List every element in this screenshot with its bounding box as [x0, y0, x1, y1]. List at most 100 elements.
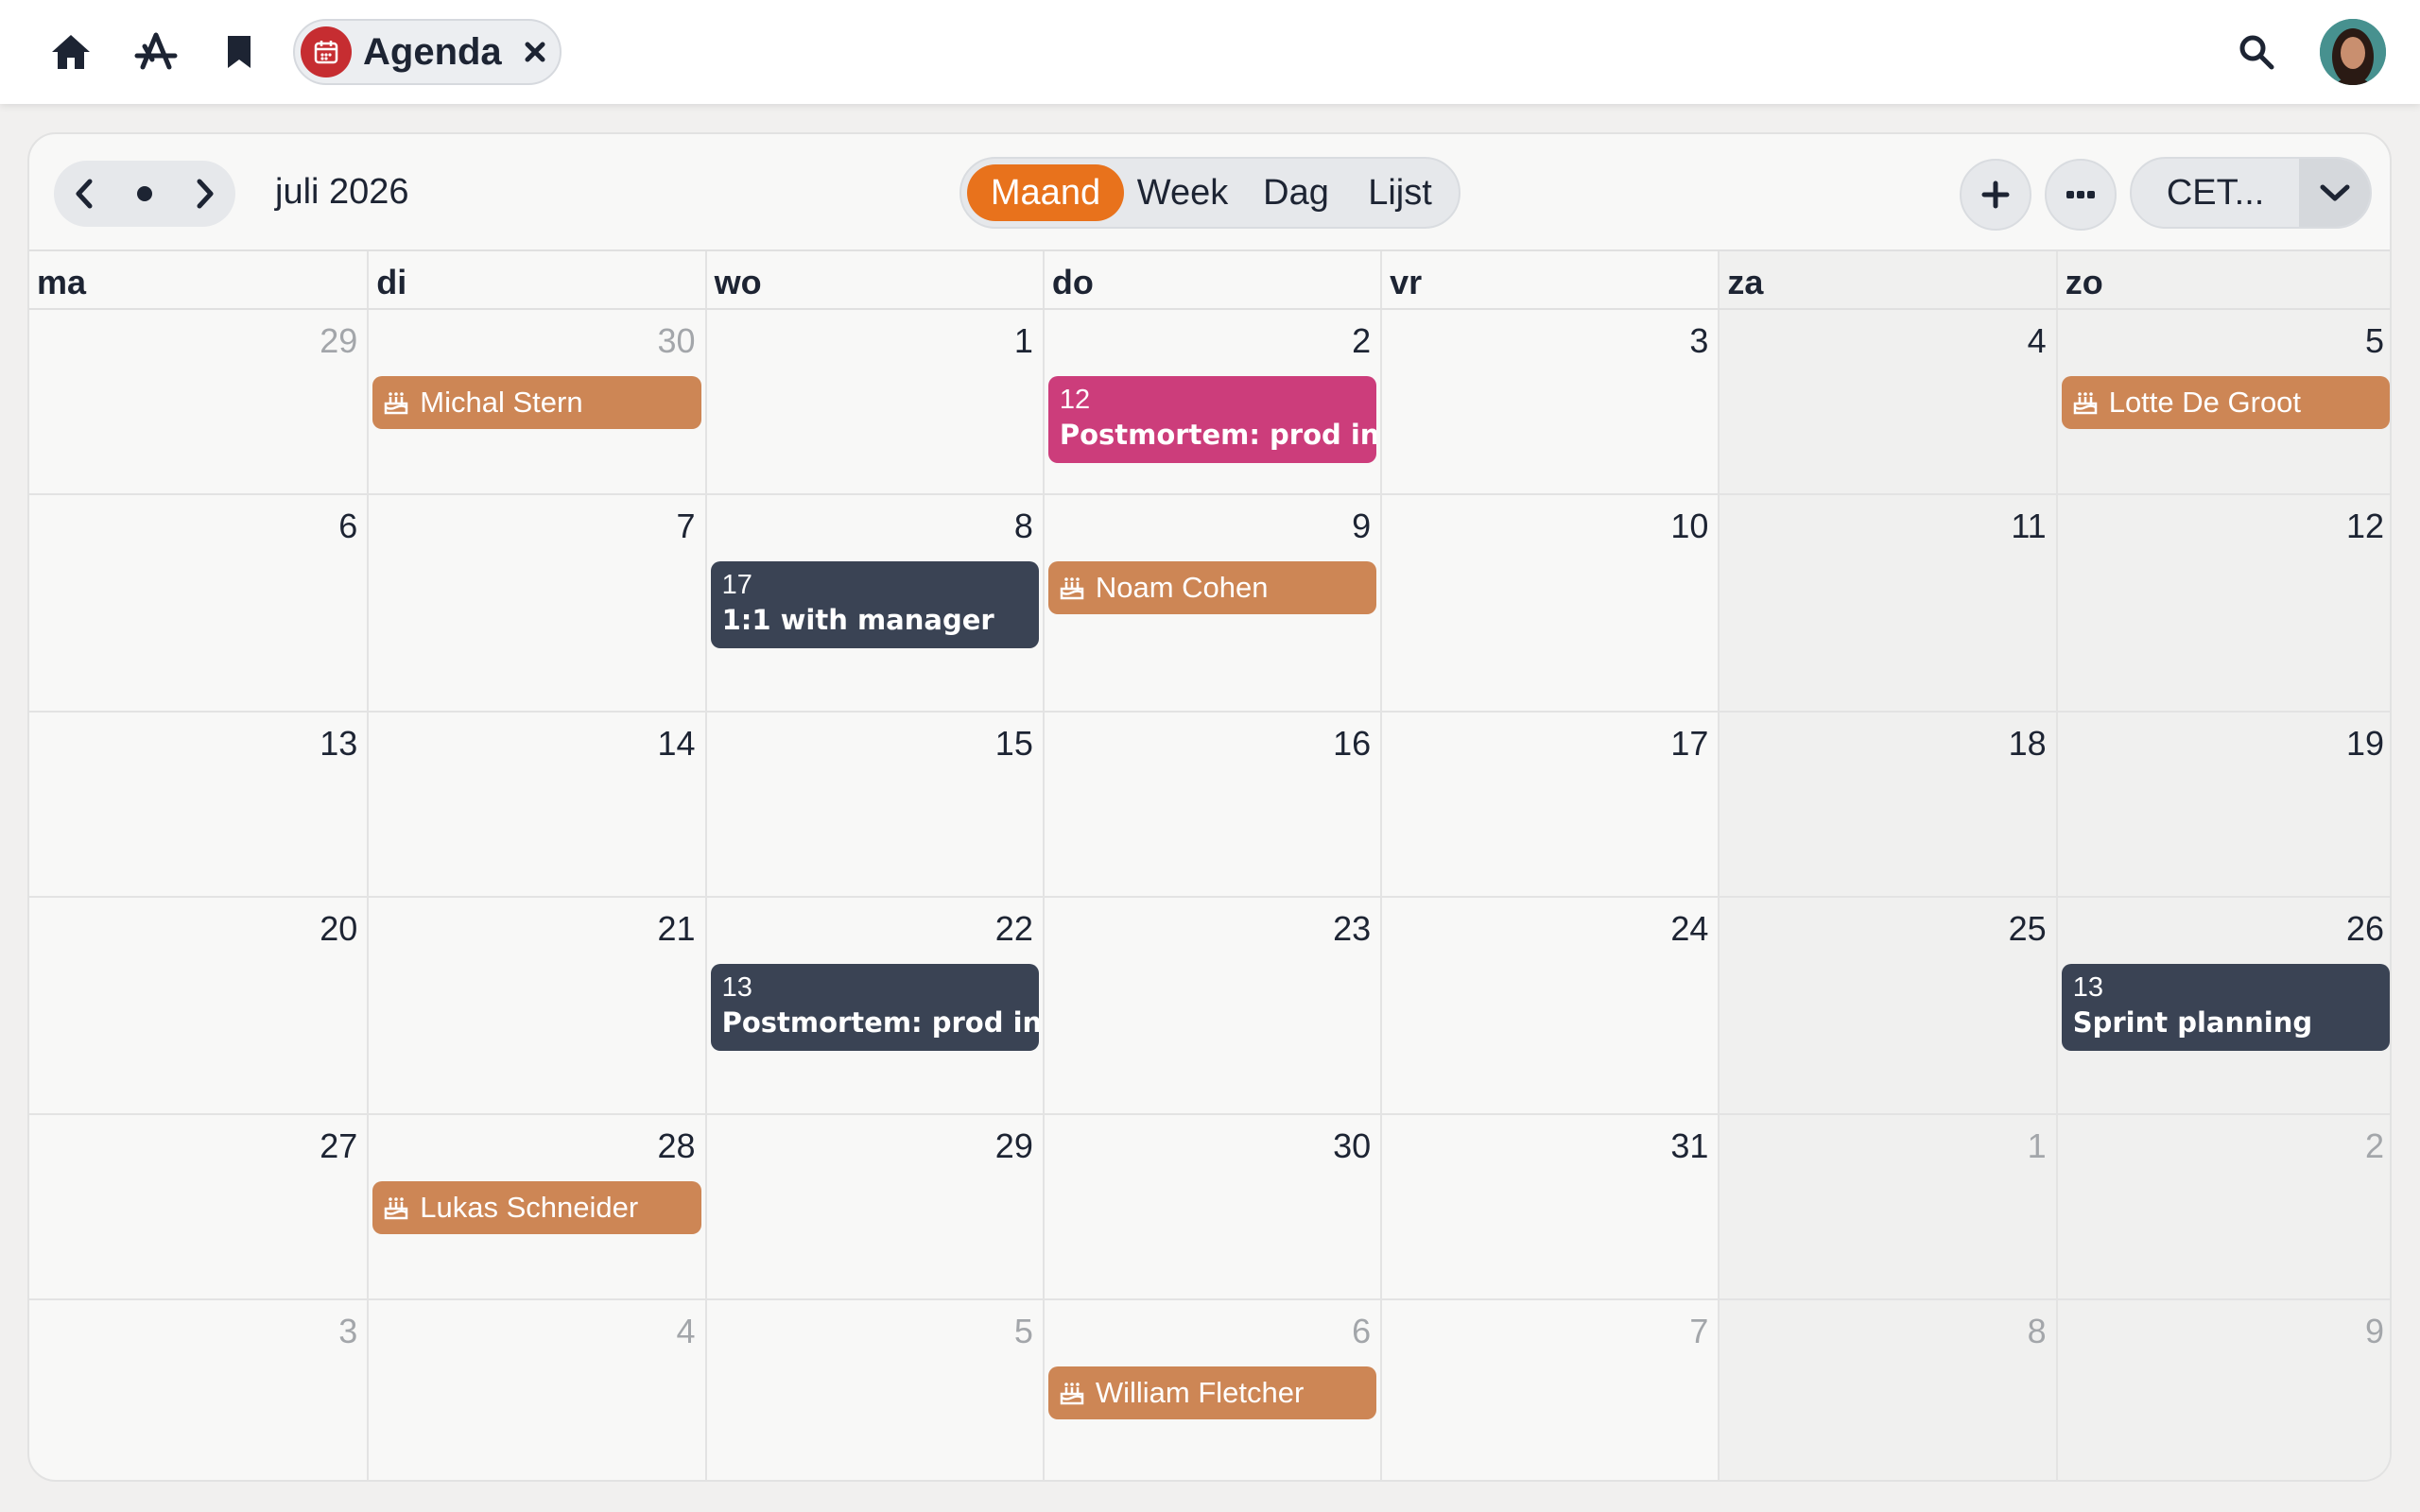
day-cell[interactable]: 2 — [2055, 1115, 2390, 1298]
day-cell[interactable]: 18 — [1718, 713, 2056, 896]
view-month-button[interactable]: Maand — [967, 164, 1124, 221]
day-cell[interactable]: 1 — [1718, 1115, 2056, 1298]
day-cell[interactable]: 3 — [29, 1300, 367, 1480]
day-cell[interactable]: 24 — [1380, 898, 1718, 1113]
day-number[interactable]: 26 — [2346, 909, 2384, 949]
day-number[interactable]: 28 — [658, 1126, 696, 1166]
day-number[interactable]: 5 — [1014, 1312, 1033, 1351]
day-number[interactable]: 3 — [1689, 321, 1708, 361]
home-icon[interactable] — [45, 26, 96, 77]
birthday-event[interactable]: William Fletcher — [1047, 1366, 1377, 1419]
day-number[interactable]: 30 — [1333, 1126, 1371, 1166]
day-number[interactable]: 30 — [658, 321, 696, 361]
day-number[interactable]: 7 — [1689, 1312, 1708, 1351]
day-cell[interactable]: 15 — [704, 713, 1043, 896]
day-cell[interactable]: 5 — [704, 1300, 1043, 1480]
day-cell[interactable]: 30 Michal Stern — [367, 310, 704, 493]
day-cell[interactable]: 29 — [704, 1115, 1043, 1298]
add-event-button[interactable] — [1960, 159, 2031, 231]
view-list-button[interactable]: Lijst — [1351, 164, 1449, 221]
day-number[interactable]: 12 — [2346, 507, 2384, 546]
app-store-icon[interactable] — [130, 26, 182, 77]
calendar-event[interactable]: 12 Postmortem: prod in — [1047, 376, 1377, 463]
day-cell[interactable]: 25 — [1718, 898, 2056, 1113]
view-week-button[interactable]: Week — [1124, 164, 1241, 221]
today-dot-icon[interactable] — [118, 167, 171, 220]
day-number[interactable]: 1 — [1014, 321, 1033, 361]
day-cell[interactable]: 4 — [367, 1300, 704, 1480]
day-cell[interactable]: 21 — [367, 898, 704, 1113]
day-cell[interactable]: 2 12 Postmortem: prod in — [1042, 310, 1380, 493]
day-number[interactable]: 21 — [658, 909, 696, 949]
day-cell[interactable]: 14 — [367, 713, 704, 896]
avatar[interactable] — [2320, 19, 2386, 85]
day-cell[interactable]: 19 — [2055, 713, 2390, 896]
day-cell[interactable]: 17 — [1380, 713, 1718, 896]
day-cell[interactable]: 9 — [2055, 1300, 2390, 1480]
day-number[interactable]: 29 — [995, 1126, 1033, 1166]
chevron-right-icon[interactable] — [179, 167, 232, 220]
day-cell[interactable]: 7 — [367, 495, 704, 711]
day-cell[interactable]: 7 — [1380, 1300, 1718, 1480]
day-cell[interactable]: 22 13 Postmortem: prod in — [704, 898, 1043, 1113]
day-number[interactable]: 15 — [995, 724, 1033, 764]
day-cell[interactable]: 6 William Fletcher — [1042, 1300, 1380, 1480]
day-cell[interactable]: 27 — [29, 1115, 367, 1298]
day-cell[interactable]: 9 Noam Cohen — [1042, 495, 1380, 711]
more-options-button[interactable] — [2045, 159, 2117, 231]
day-cell[interactable]: 13 — [29, 713, 367, 896]
day-cell[interactable]: 4 — [1718, 310, 2056, 493]
day-cell[interactable]: 28 Lukas Schneider — [367, 1115, 704, 1298]
day-cell[interactable]: 5 Lotte De Groot — [2055, 310, 2390, 493]
day-cell[interactable]: 23 — [1042, 898, 1380, 1113]
day-number[interactable]: 4 — [2028, 321, 2047, 361]
day-cell[interactable]: 31 — [1380, 1115, 1718, 1298]
calendar-event[interactable]: 13 Postmortem: prod in — [710, 964, 1039, 1051]
day-number[interactable]: 29 — [320, 321, 357, 361]
tab-agenda[interactable]: Agenda — [293, 19, 562, 85]
day-cell[interactable]: 16 — [1042, 713, 1380, 896]
birthday-event[interactable]: Lukas Schneider — [372, 1181, 701, 1234]
day-cell[interactable]: 3 — [1380, 310, 1718, 493]
calendar-event[interactable]: 13 Sprint planning — [2061, 964, 2390, 1051]
chevron-left-icon[interactable] — [58, 167, 111, 220]
day-number[interactable]: 5 — [2365, 321, 2384, 361]
birthday-event[interactable]: Lotte De Groot — [2061, 376, 2390, 429]
close-icon[interactable] — [521, 38, 549, 66]
day-number[interactable]: 1 — [2028, 1126, 2047, 1166]
day-number[interactable]: 10 — [1670, 507, 1708, 546]
day-cell[interactable]: 11 — [1718, 495, 2056, 711]
day-number[interactable]: 16 — [1333, 724, 1371, 764]
day-number[interactable]: 17 — [1670, 724, 1708, 764]
day-number[interactable]: 13 — [320, 724, 357, 764]
day-number[interactable]: 25 — [2009, 909, 2047, 949]
day-number[interactable]: 8 — [1014, 507, 1033, 546]
timezone-select[interactable]: CET... — [2130, 157, 2372, 229]
day-number[interactable]: 20 — [320, 909, 357, 949]
day-number[interactable]: 6 — [1352, 1312, 1371, 1351]
birthday-event[interactable]: Michal Stern — [372, 376, 701, 429]
day-cell[interactable]: 8 — [1718, 1300, 2056, 1480]
day-number[interactable]: 11 — [2011, 507, 2046, 546]
day-number[interactable]: 9 — [1352, 507, 1371, 546]
day-number[interactable]: 19 — [2346, 724, 2384, 764]
day-cell[interactable]: 8 17 1:1 with manager — [704, 495, 1043, 711]
day-number[interactable]: 2 — [2365, 1126, 2384, 1166]
day-number[interactable]: 18 — [2009, 724, 2047, 764]
day-number[interactable]: 22 — [995, 909, 1033, 949]
day-cell[interactable]: 6 — [29, 495, 367, 711]
view-day-button[interactable]: Dag — [1241, 164, 1351, 221]
bookmark-icon[interactable] — [214, 26, 265, 77]
day-number[interactable]: 2 — [1352, 321, 1371, 361]
day-cell[interactable]: 10 — [1380, 495, 1718, 711]
day-cell[interactable]: 1 — [704, 310, 1043, 493]
day-cell[interactable]: 29 — [29, 310, 367, 493]
day-cell[interactable]: 20 — [29, 898, 367, 1113]
search-icon[interactable] — [2231, 26, 2282, 77]
day-number[interactable]: 27 — [320, 1126, 357, 1166]
day-number[interactable]: 6 — [338, 507, 357, 546]
day-number[interactable]: 4 — [677, 1312, 696, 1351]
birthday-event[interactable]: Noam Cohen — [1047, 561, 1377, 614]
day-number[interactable]: 8 — [2028, 1312, 2047, 1351]
day-number[interactable]: 9 — [2365, 1312, 2384, 1351]
